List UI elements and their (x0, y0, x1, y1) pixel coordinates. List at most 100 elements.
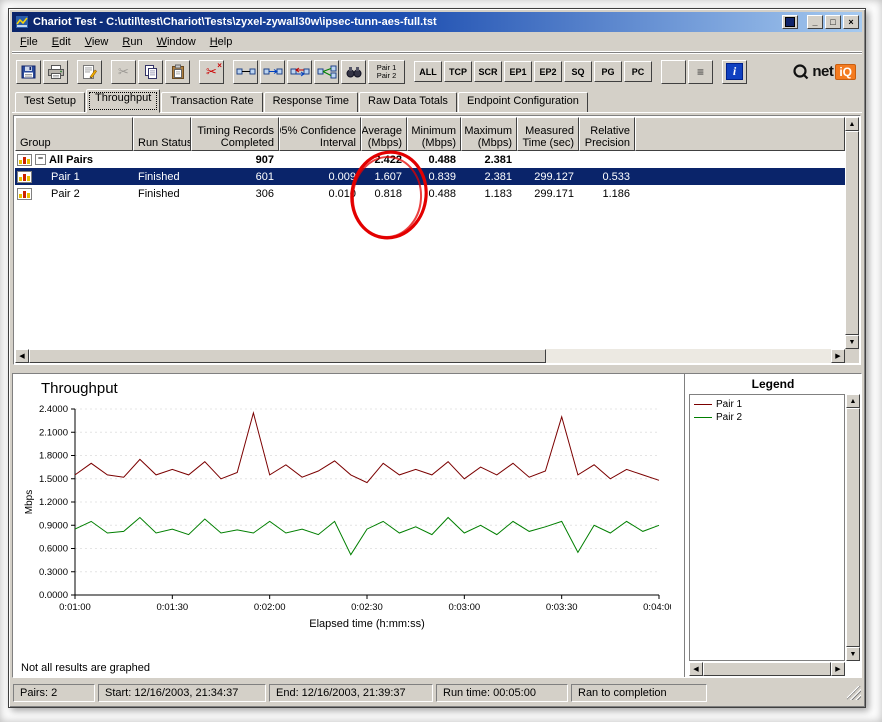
menu-file[interactable]: File (13, 34, 45, 50)
blank-button[interactable] (661, 59, 686, 84)
scroll-up-button[interactable]: ▲ (846, 394, 860, 408)
filter-scr-button[interactable]: SCR (474, 61, 502, 82)
tab-raw-data-totals[interactable]: Raw Data Totals (359, 92, 457, 113)
add-pair-button[interactable] (233, 59, 258, 84)
scroll-down-button[interactable]: ▼ (845, 335, 859, 349)
scroll-left-button[interactable]: ◀ (689, 662, 703, 676)
scroll-left-button[interactable]: ◀ (15, 349, 29, 363)
scroll-right-button[interactable]: ▶ (831, 662, 845, 676)
scrollbar-thumb[interactable] (846, 408, 860, 647)
scroll-right-button[interactable]: ▶ (831, 349, 845, 363)
menu-view[interactable]: View (78, 34, 116, 50)
svg-text:0.6000: 0.6000 (39, 544, 68, 555)
save-button[interactable] (16, 59, 41, 84)
table-vertical-scrollbar[interactable]: ▲ ▼ (845, 117, 859, 349)
print-button[interactable] (43, 59, 68, 84)
edit-pair-button[interactable] (260, 59, 285, 84)
scroll-up-button[interactable]: ▲ (845, 117, 859, 131)
filter-all-button[interactable]: ALL (414, 61, 442, 82)
status-panel-2: End: 12/16/2003, 21:39:37 (269, 684, 433, 702)
svg-text:0.0000: 0.0000 (39, 590, 68, 601)
tab-transaction-rate[interactable]: Transaction Rate (161, 92, 263, 113)
menu-help[interactable]: Help (203, 34, 240, 50)
pair-chart-icon (17, 153, 32, 166)
svg-text:0:02:30: 0:02:30 (351, 602, 383, 613)
column-header-relative-precision[interactable]: Relative Precision (579, 117, 635, 151)
svg-text:1.8000: 1.8000 (39, 451, 68, 462)
add-multicast-group-button[interactable] (314, 59, 339, 84)
column-header-run-status[interactable]: Run Status (133, 117, 191, 151)
column-header-average-mbps[interactable]: Average (Mbps) (361, 117, 407, 151)
column-header-group[interactable]: Group (15, 117, 133, 151)
edit-pair-icon (263, 68, 282, 74)
close-button[interactable]: × (843, 15, 859, 29)
svg-text:1.2000: 1.2000 (39, 497, 68, 508)
app-icon (15, 15, 29, 29)
column-header-95-confidence-interval[interactable]: 95% Confidence Interval (279, 117, 361, 151)
table-horizontal-scrollbar[interactable]: ◀ ▶ (15, 349, 845, 363)
menu-window[interactable]: Window (150, 34, 203, 50)
cut-button[interactable]: ✂ (111, 59, 136, 84)
pair-chart-icon (17, 170, 32, 183)
legend-horizontal-scrollbar[interactable]: ◀ ▶ (689, 662, 845, 676)
throughput-chart: Throughput 0.0000 0.3000 0.6000 0.9000 1.200… (13, 374, 684, 677)
notes-button[interactable]: ≡ (688, 59, 713, 84)
resize-grip[interactable] (847, 686, 861, 700)
cell-95-confidence-interval: 0.009 (328, 170, 356, 183)
cell-timing-records-completed: 907 (255, 153, 274, 166)
filter-ep2-button[interactable]: EP2 (534, 61, 562, 82)
cell-minimum-mbps: 0.488 (428, 187, 456, 200)
filter-tcp-button[interactable]: TCP (444, 61, 472, 82)
menu-edit[interactable]: Edit (45, 34, 78, 50)
edit-run-options-button[interactable] (77, 59, 102, 84)
svg-text:Elapsed time (h:mm:ss): Elapsed time (h:mm:ss) (309, 618, 425, 630)
menu-bar: File Edit View Run Window Help (12, 32, 862, 52)
delete-pair-button[interactable]: ✂ × (199, 59, 224, 84)
cell-minimum-mbps: 0.488 (428, 153, 456, 166)
tab-endpoint-configuration[interactable]: Endpoint Configuration (457, 92, 588, 113)
titlebar-extra-button[interactable] (782, 15, 798, 29)
cell-maximum-mbps: 1.183 (484, 187, 512, 200)
minimize-button[interactable]: _ (807, 15, 823, 29)
paste-button[interactable] (165, 59, 190, 84)
svg-text:2.4000: 2.4000 (39, 404, 68, 415)
filter-pc-button[interactable]: PC (624, 61, 652, 82)
tab-test-setup[interactable]: Test Setup (15, 92, 85, 113)
notes-icon: ≡ (696, 64, 704, 79)
legend-entry-pair-2[interactable]: Pair 2 (694, 411, 840, 424)
table-row[interactable]: Pair 1 Finished 601 0.009 1.607 0.839 2.381 299… (15, 168, 845, 185)
menu-run[interactable]: Run (115, 34, 149, 50)
table-row[interactable]: − All Pairs 907 2.422 0.488 2.381 (15, 151, 845, 168)
svg-text:0:04:00: 0:04:00 (643, 602, 671, 613)
scroll-down-button[interactable]: ▼ (846, 647, 860, 661)
scrollbar-thumb[interactable] (29, 349, 546, 363)
filter-pg-button[interactable]: PG (594, 61, 622, 82)
expand-collapse-box[interactable]: − (35, 154, 46, 165)
scrollbar-thumb[interactable] (703, 662, 831, 676)
view-pair-button[interactable] (341, 59, 366, 84)
filter-sq-button[interactable]: SQ (564, 61, 592, 82)
title-bar[interactable]: Chariot Test - C:\util\test\Chariot\Test… (12, 12, 862, 32)
legend-entry-pair-1[interactable]: Pair 1 (694, 398, 840, 411)
maximize-button[interactable]: □ (825, 15, 841, 29)
pair-visibility-button[interactable]: Pair 1 Pair 2 (368, 59, 405, 84)
column-header-measured-time-sec[interactable]: Measured Time (sec) (517, 117, 579, 151)
tab-response-time[interactable]: Response Time (263, 92, 359, 113)
tab-throughput[interactable]: Throughput (85, 89, 161, 113)
legend-vertical-scrollbar[interactable]: ▲ ▼ (846, 394, 860, 661)
group-label: Pair 1 (51, 170, 80, 183)
help-button[interactable]: i (722, 59, 747, 84)
legend-line-sample (694, 417, 712, 418)
column-header-maximum-mbps[interactable]: Maximum (Mbps) (461, 117, 517, 151)
copy-button[interactable] (138, 59, 163, 84)
table-row[interactable]: Pair 2 Finished 306 0.010 0.818 0.488 1.183 299… (15, 185, 845, 202)
filter-ep1-button[interactable]: EP1 (504, 61, 532, 82)
column-header-minimum-mbps[interactable]: Minimum (Mbps) (407, 117, 461, 151)
scrollbar-thumb[interactable] (845, 131, 859, 335)
swap-endpoints-button[interactable] (287, 59, 312, 84)
svg-text:0.3000: 0.3000 (39, 567, 68, 578)
column-header-timing-records-completed[interactable]: Timing Records Completed (191, 117, 279, 151)
add-pair-icon (236, 68, 255, 74)
pair2-label: Pair 2 (376, 70, 397, 80)
multicast-group-icon (317, 65, 336, 78)
